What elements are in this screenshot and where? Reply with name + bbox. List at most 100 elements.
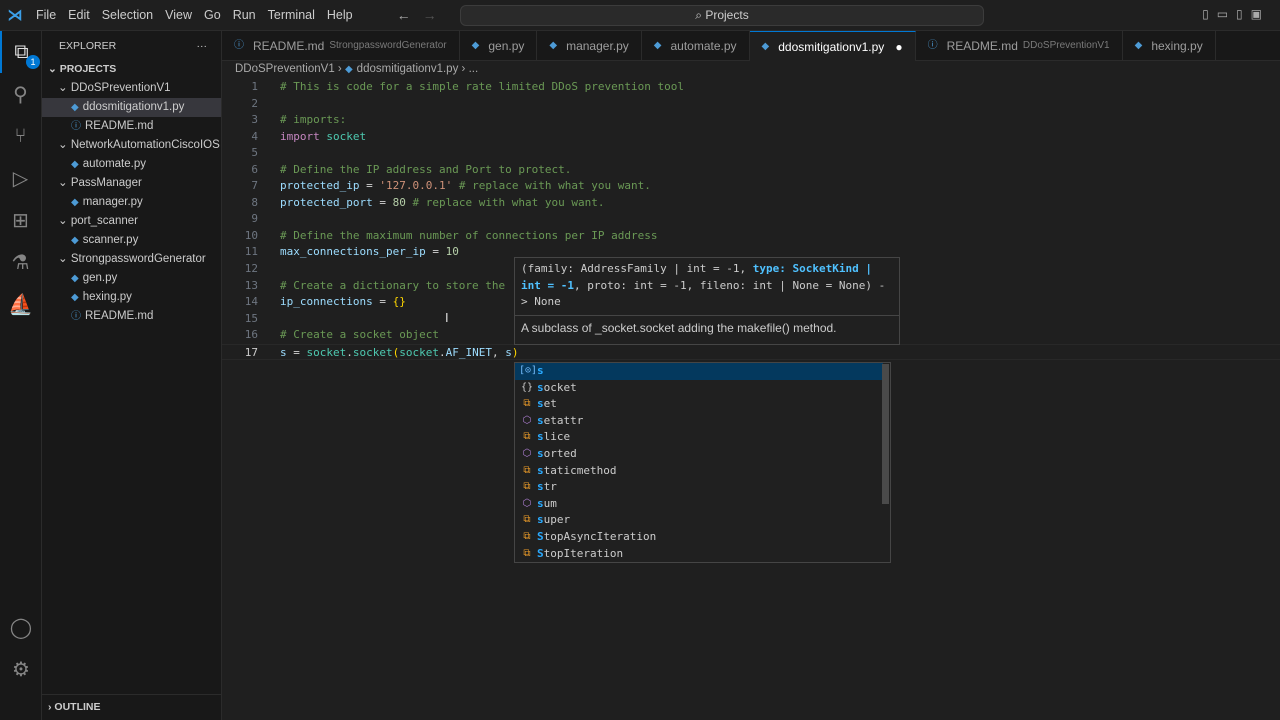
suggestion-item[interactable]: {} s ocket	[515, 380, 883, 397]
python-file-icon: ◆	[344, 64, 353, 75]
file-item[interactable]: ◆ gen.py	[42, 269, 221, 288]
extensions-icon[interactable]: ⊞	[0, 199, 41, 241]
code-token: protected_ip	[280, 179, 360, 193]
suggestion-item[interactable]: [⊙] s	[515, 363, 883, 380]
suggestion-item[interactable]: ⧉ StopIteration	[515, 546, 883, 563]
suggestion-item[interactable]: ⧉ s lice	[515, 429, 883, 446]
folder-item[interactable]: ⌄ DDoSPreventionV1	[42, 79, 221, 98]
suggestion-item[interactable]: ⬡ s etattr	[515, 413, 883, 430]
suggestion-item[interactable]: ⧉ StopAsyncIteration	[515, 529, 883, 546]
file-item[interactable]: ◆ hexing.py	[42, 288, 221, 307]
code-line[interactable]: 8 protected_port = 80 # replace with what…	[222, 195, 1280, 212]
folder-item[interactable]: ⌄ PassManager	[42, 174, 221, 193]
tab-manager-py[interactable]: ◆ manager.py	[537, 31, 642, 61]
python-file-icon: ◆	[1134, 40, 1143, 51]
text-cursor-icon: I	[445, 310, 449, 325]
menu-help[interactable]: Help	[327, 8, 353, 22]
menu-terminal[interactable]: Terminal	[268, 8, 315, 22]
suggestion-label: tr	[543, 480, 557, 494]
breadcrumb-item[interactable]: DDoSPreventionV1	[235, 63, 335, 75]
line-number: 12	[244, 262, 258, 276]
file-item[interactable]: ◆ ddosmitigationv1.py	[42, 98, 221, 117]
signature-doc: A subclass of _socket.socket adding the …	[521, 321, 837, 335]
suggestion-item[interactable]: ⧉ s taticmethod	[515, 463, 883, 480]
account-icon[interactable]: ◯	[0, 606, 42, 648]
projects-section[interactable]: ⌄ PROJECTS	[42, 60, 221, 79]
source-control-icon[interactable]: ⑂	[0, 115, 41, 157]
menu-run[interactable]: Run	[233, 8, 256, 22]
tab-gen-py[interactable]: ◆ gen.py	[460, 31, 538, 61]
code-token: =	[286, 345, 307, 359]
suggestion-scrollbar[interactable]	[882, 364, 889, 504]
forward-arrow-icon[interactable]: →	[423, 7, 437, 23]
code-token: # Define the maximum number of connectio…	[280, 228, 658, 242]
code-line[interactable]: 6 # Define the IP address and Port to pro…	[222, 162, 1280, 179]
code-line[interactable]: 3 # imports:	[222, 112, 1280, 129]
python-file-icon: ◆	[71, 197, 79, 208]
suggestion-item[interactable]: ⬡ s orted	[515, 446, 883, 463]
testing-icon[interactable]: ⚗	[0, 241, 41, 283]
code-token: AF_INET	[445, 345, 492, 359]
code-line[interactable]: 1 # This is code for a simple rate limite…	[222, 79, 1280, 96]
menu-edit[interactable]: Edit	[68, 8, 90, 22]
menu-selection[interactable]: Selection	[102, 8, 153, 22]
chevron-down-icon: ⌄	[58, 177, 71, 189]
menu-go[interactable]: Go	[204, 8, 221, 22]
code-token: =	[372, 295, 393, 309]
code-line[interactable]: 10 # Define the maximum number of connect…	[222, 228, 1280, 245]
command-center-search[interactable]: ⌕ Projects	[460, 5, 984, 26]
file-item[interactable]: ◆ scanner.py	[42, 231, 221, 250]
suggestion-label: taticmethod	[543, 463, 617, 477]
suggestion-item[interactable]: ⧉ s uper	[515, 512, 883, 529]
folder-item[interactable]: ⌄ StrongpasswordGenerator	[42, 250, 221, 269]
code-token: 80	[392, 195, 406, 209]
folder-item[interactable]: ⌄ NetworkAutomationCiscoIOS	[42, 136, 221, 155]
settings-gear-icon[interactable]: ⚙	[0, 648, 42, 690]
code-line[interactable]: 5	[222, 145, 1280, 162]
file-item[interactable]: ◆ manager.py	[42, 193, 221, 212]
line-number: 5	[251, 146, 258, 160]
file-label: ddosmitigationv1.py	[82, 101, 185, 113]
file-item[interactable]: ⓘ README.md	[42, 117, 221, 136]
explorer-icon[interactable]: ⧉ 1	[0, 31, 41, 73]
suggestion-item[interactable]: ⬡ s um	[515, 496, 883, 513]
explorer-badge: 1	[26, 55, 40, 69]
tab-hexing-py[interactable]: ◆ hexing.py	[1123, 31, 1216, 61]
tab-README-md[interactable]: ⓘ README.md StrongpasswordGenerator	[222, 31, 460, 61]
navigation: ← →	[397, 7, 449, 23]
file-item[interactable]: ◆ automate.py	[42, 155, 221, 174]
line-number: 13	[244, 278, 258, 292]
code-text: # This is code for a simple rate limited…	[280, 79, 684, 96]
run-debug-icon[interactable]: ▷	[0, 157, 41, 199]
code-token: import	[280, 129, 320, 143]
back-arrow-icon[interactable]: ←	[397, 7, 411, 23]
menu-view[interactable]: View	[165, 8, 192, 22]
suggestion-item[interactable]: ⧉ s et	[515, 396, 883, 413]
breadcrumb-item[interactable]: ...	[469, 63, 479, 75]
folder-item[interactable]: ⌄ port_scanner	[42, 212, 221, 231]
tab-automate-py[interactable]: ◆ automate.py	[642, 31, 750, 61]
outline-section[interactable]: › OUTLINE	[42, 694, 222, 720]
tab-README-md[interactable]: ⓘ README.md DDoSPreventionV1	[916, 31, 1123, 61]
menu-file[interactable]: File	[36, 8, 56, 22]
layout-controls[interactable]: ▯▭▯▣	[1202, 7, 1270, 21]
breadcrumb-item[interactable]: ddosmitigationv1.py	[357, 63, 459, 75]
code-line[interactable]: 9	[222, 211, 1280, 228]
function-icon: ⬡	[522, 447, 532, 459]
file-item[interactable]: ⓘ README.md	[42, 307, 221, 326]
chevron-down-icon: ⌄	[58, 82, 71, 94]
code-line[interactable]: 4 import socket	[222, 129, 1280, 146]
code-line[interactable]: 17 s = socket.socket(socket.AF_INET, s)	[222, 343, 1280, 361]
code-token: {}	[392, 295, 406, 309]
file-label: DDoSPreventionV1	[70, 82, 171, 94]
line-number: 16	[244, 328, 258, 342]
search-icon[interactable]: ⚲	[0, 73, 41, 115]
code-line[interactable]: 7 protected_ip = '127.0.0.1' # replace wi…	[222, 178, 1280, 195]
remote-icon[interactable]: ⛵	[0, 283, 41, 325]
suggestion-item[interactable]: ⧉ s tr	[515, 479, 883, 496]
more-actions-button[interactable]: ···	[197, 40, 208, 52]
modified-dot-icon[interactable]: ●	[895, 32, 902, 62]
suggestion-label: ocket	[543, 380, 577, 394]
code-line[interactable]: 2	[222, 96, 1280, 113]
tab-ddosmitigationv1-py[interactable]: ◆ ddosmitigationv1.py ●	[749, 31, 916, 62]
